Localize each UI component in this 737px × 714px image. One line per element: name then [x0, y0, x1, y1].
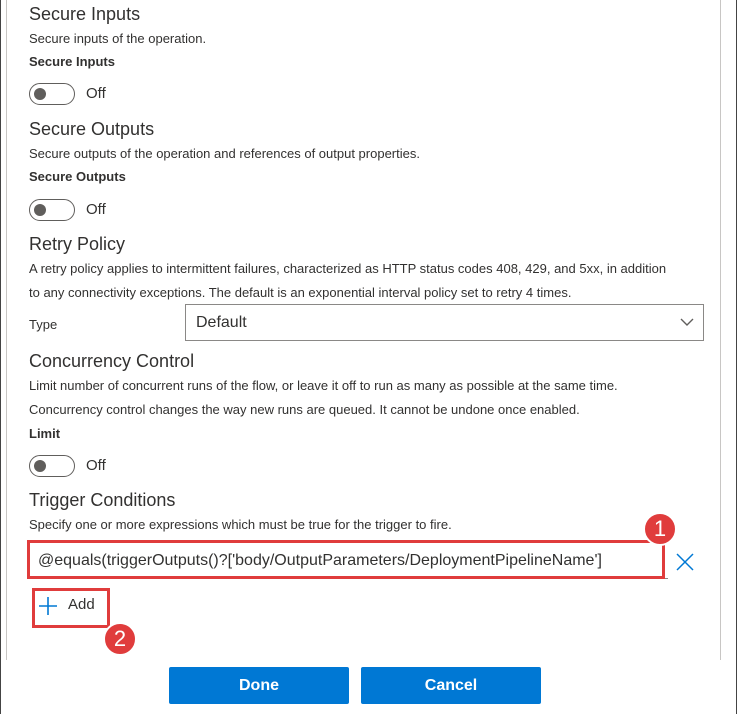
add-condition-button[interactable]: Add [34, 590, 108, 624]
trigger-condition-text: @equals(triggerOutputs()?['body/OutputPa… [38, 552, 602, 569]
trigger-conditions-heading: Trigger Conditions [29, 490, 176, 510]
secure-inputs-heading: Secure Inputs [29, 4, 141, 24]
annotation-badge-1: 1 [643, 512, 677, 546]
retry-policy-heading: Retry Policy [29, 234, 126, 254]
secure-outputs-toggle[interactable] [29, 199, 75, 221]
plus-icon [39, 597, 57, 615]
retry-type-dropdown[interactable]: Default [185, 304, 704, 341]
secure-inputs-label: Secure Inputs [29, 54, 115, 69]
concurrency-limit-state: Off [86, 457, 106, 474]
retry-policy-description-2: to any connectivity exceptions. The defa… [29, 285, 572, 300]
concurrency-limit-label: Limit [29, 426, 61, 441]
trigger-condition-input[interactable]: @equals(triggerOutputs()?['body/OutputPa… [28, 542, 668, 580]
toggle-knob [34, 204, 46, 216]
toggle-knob [34, 88, 46, 100]
trigger-condition-underline [28, 578, 668, 579]
done-button[interactable]: Done [169, 667, 349, 704]
secure-outputs-label: Secure Outputs [29, 169, 126, 184]
secure-outputs-state: Off [86, 201, 106, 218]
secure-inputs-toggle[interactable] [29, 83, 75, 105]
concurrency-limit-toggle[interactable] [29, 455, 75, 477]
concurrency-description-1: Limit number of concurrent runs of the f… [29, 378, 618, 393]
retry-policy-description-1: A retry policy applies to intermittent f… [29, 261, 667, 276]
concurrency-description-2: Concurrency control changes the way new … [29, 402, 580, 417]
secure-inputs-description: Secure inputs of the operation. [29, 31, 207, 46]
annotation-badge-2: 2 [103, 622, 137, 656]
remove-condition-icon[interactable] [674, 551, 696, 573]
retry-type-label: Type [29, 317, 58, 332]
concurrency-heading: Concurrency Control [29, 351, 195, 371]
cancel-button[interactable]: Cancel [361, 667, 541, 704]
secure-inputs-state: Off [86, 85, 106, 102]
retry-type-value: Default [196, 314, 247, 331]
secure-outputs-description: Secure outputs of the operation and refe… [29, 146, 420, 161]
secure-outputs-heading: Secure Outputs [29, 119, 155, 139]
trigger-conditions-description: Specify one or more expressions which mu… [29, 517, 452, 532]
add-condition-label: Add [68, 596, 95, 613]
chevron-down-icon [680, 318, 694, 326]
toggle-knob [34, 460, 46, 472]
